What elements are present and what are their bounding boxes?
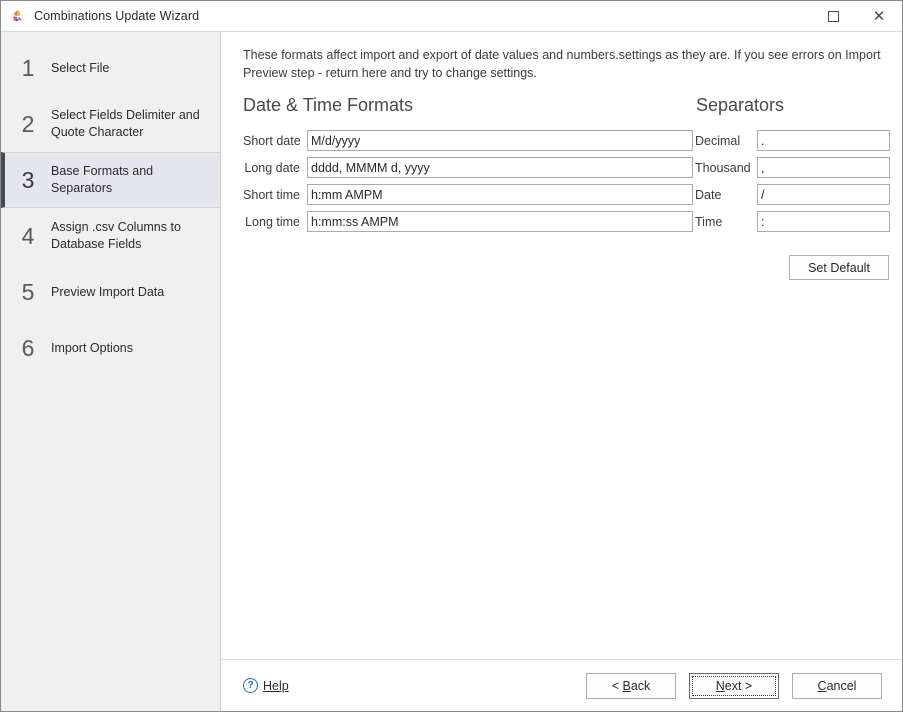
- next-mnemonic: N: [715, 678, 725, 693]
- close-button[interactable]: ✕: [856, 1, 902, 31]
- step-number: 4: [21, 222, 35, 249]
- time-label: Time: [695, 214, 723, 229]
- window-title: Combinations Update Wizard: [34, 9, 200, 23]
- set-default-row: Set Default: [695, 255, 890, 281]
- butterfly-icon: [10, 8, 26, 24]
- maximize-button[interactable]: [810, 1, 856, 31]
- set-default-button[interactable]: Set Default: [789, 255, 889, 281]
- short-time-label: Short time: [243, 187, 300, 202]
- back-label: < Back: [611, 678, 651, 693]
- datetime-formats-section: Date & Time Formats Short date Long date…: [243, 95, 695, 238]
- time-separator-input[interactable]: [757, 211, 890, 233]
- title-bar: Combinations Update Wizard ✕: [1, 1, 902, 32]
- wizard-steps-sidebar: 1 Select File 2 Select Fields Delimiter …: [1, 32, 221, 711]
- step-label: Assign .csv Columns to Database Fields: [51, 220, 181, 251]
- main-content: These formats affect import and export o…: [221, 32, 902, 659]
- step-label: Base Formats and Separators: [51, 164, 154, 195]
- separators-section: Separators Decimal Thousand Date: [695, 95, 890, 281]
- step-label: Import Options: [51, 340, 133, 355]
- window-body: 1 Select File 2 Select Fields Delimiter …: [1, 32, 902, 711]
- form-columns: Date & Time Formats Short date Long date…: [243, 95, 890, 281]
- step-number: 1: [21, 54, 35, 81]
- datetime-heading: Date & Time Formats: [243, 95, 414, 116]
- separators-heading: Separators: [696, 95, 785, 116]
- long-time-row: Long time: [243, 211, 695, 233]
- help-label: Help: [263, 678, 289, 693]
- long-date-input[interactable]: [307, 157, 693, 179]
- cancel-button[interactable]: Cancel: [792, 672, 882, 699]
- time-separator-row: Time: [695, 211, 890, 233]
- date-label: Date: [695, 187, 722, 202]
- sidebar-step-1[interactable]: 1 Select File: [1, 40, 220, 96]
- step-number: 2: [21, 110, 35, 137]
- step-number: 3: [21, 166, 35, 193]
- sidebar-step-4[interactable]: 4 Assign .csv Columns to Database Fields: [1, 208, 220, 264]
- step-label: Preview Import Data: [51, 284, 165, 299]
- decimal-separator-input[interactable]: [757, 130, 890, 152]
- long-date-label: Long date: [244, 160, 300, 175]
- decimal-separator-row: Decimal: [695, 130, 890, 152]
- main-panel: These formats affect import and export o…: [221, 32, 902, 711]
- back-mnemonic: B: [622, 678, 631, 693]
- step-label: Select Fields Delimiter and Quote Charac…: [51, 108, 200, 139]
- date-separator-input[interactable]: [757, 184, 890, 206]
- footer-bar: ? Help < Back Next > Cancel: [221, 659, 902, 711]
- step-number: 6: [21, 334, 35, 361]
- window-controls: ✕: [810, 1, 902, 31]
- step-number: 5: [21, 278, 35, 305]
- long-time-label: Long time: [245, 214, 300, 229]
- next-button[interactable]: Next >: [689, 672, 779, 699]
- thousand-separator-row: Thousand: [695, 157, 890, 179]
- short-time-row: Short time: [243, 184, 695, 206]
- cancel-mnemonic: C: [817, 678, 827, 693]
- sidebar-step-6[interactable]: 6 Import Options: [1, 320, 220, 376]
- long-time-input[interactable]: [307, 211, 693, 233]
- close-icon: ✕: [872, 6, 886, 25]
- wizard-window: Combinations Update Wizard ✕ 1 Select Fi…: [0, 0, 903, 712]
- thousand-label: Thousand: [695, 160, 751, 175]
- short-date-label: Short date: [243, 133, 301, 148]
- sidebar-step-5[interactable]: 5 Preview Import Data: [1, 264, 220, 320]
- next-label: Next >: [715, 678, 753, 693]
- long-date-row: Long date: [243, 157, 695, 179]
- navigation-buttons: < Back Next > Cancel: [586, 672, 882, 699]
- date-separator-row: Date: [695, 184, 890, 206]
- short-date-row: Short date: [243, 130, 695, 152]
- intro-text: These formats affect import and export o…: [243, 48, 881, 81]
- cancel-label: Cancel: [817, 678, 857, 693]
- short-date-input[interactable]: [307, 130, 693, 152]
- back-button[interactable]: < Back: [586, 672, 676, 699]
- thousand-separator-input[interactable]: [757, 157, 890, 179]
- maximize-icon: [827, 10, 839, 22]
- sidebar-step-3[interactable]: 3 Base Formats and Separators: [1, 152, 220, 208]
- help-link[interactable]: ? Help: [243, 678, 289, 693]
- decimal-label: Decimal: [695, 133, 741, 148]
- question-mark-icon: ?: [243, 678, 258, 693]
- short-time-input[interactable]: [307, 184, 693, 206]
- sidebar-step-2[interactable]: 2 Select Fields Delimiter and Quote Char…: [1, 96, 220, 152]
- step-label: Select File: [51, 60, 110, 75]
